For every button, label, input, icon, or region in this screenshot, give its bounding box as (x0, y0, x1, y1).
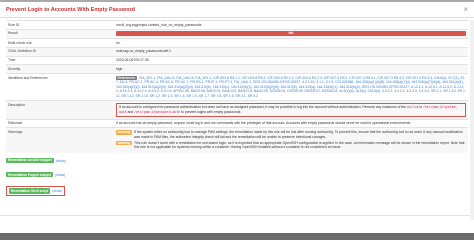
row-key: Warnings (6, 127, 114, 153)
row-value: no (114, 37, 468, 48)
description-text: and (127, 109, 134, 114)
row-key: Rule ID (6, 20, 114, 30)
rule-details-modal: Prevent Login to Accounts With Empty Pas… (0, 0, 474, 233)
row-result: Result fail (6, 28, 468, 39)
row-key: Multi-check rule (6, 37, 114, 48)
row-key: Description (6, 100, 114, 120)
description-text: If an account is configured for password… (119, 105, 407, 110)
code-password-auth: /etc/pam.d/password-auth (134, 109, 181, 114)
remediation-shell-label: Remediation Shell script (9, 188, 51, 194)
remediation-ansible: Remediation Ansible snippet (show) (6, 153, 468, 167)
warning-item: warning This rule doesn't come with a re… (116, 140, 466, 150)
row-severity: Severity high (6, 64, 468, 74)
row-key: Identifiers and References (6, 73, 114, 101)
rationale-text: If an account has an empty password, any… (114, 118, 468, 128)
row-time: Time 2023-06-06T09:27:35 (6, 55, 468, 65)
references-list[interactable]: FIA_AFL.1, FIA_UAU.6, FIA_UAU.5, FIA_AFL… (116, 76, 466, 98)
row-description: Description If an account is configured … (6, 100, 468, 120)
row-oval-id: OVAL Definition ID oval:ssg-no_empty_pas… (6, 46, 468, 57)
remediation-puppet-show-link[interactable]: (show) (55, 173, 65, 177)
details-table: Rule ID xccdf_org.ssgproject.content_rul… (6, 20, 468, 153)
warning-text: If the system relies on authconfig tool … (134, 130, 463, 139)
row-key: Result (6, 28, 114, 39)
row-key: Time (6, 55, 114, 65)
modal-title: Prevent Login to Accounts With Empty Pas… (6, 6, 136, 13)
remediation-puppet: Remediation Puppet snippet (show) (6, 167, 468, 181)
row-rule-id: Rule ID xccdf_org.ssgproject.content_rul… (6, 20, 468, 30)
remediation-shell: Remediation Shell script (show) (6, 181, 468, 199)
row-key: Severity (6, 64, 114, 74)
row-key: OVAL Definition ID (6, 46, 114, 57)
close-icon[interactable]: × (463, 5, 468, 14)
row-rationale: Rationale If an account has an empty pas… (6, 118, 468, 128)
warning-badge: warning (116, 130, 132, 135)
row-key: Rationale (6, 118, 114, 128)
warning-text: This rule doesn't come with a remediatio… (134, 140, 465, 150)
remediation-shell-show-link[interactable]: (show) (52, 189, 62, 193)
remediation-shell-highlight: Remediation Shell script (show) (6, 186, 66, 196)
row-value: oval:ssg-no_empty_passwords:def:1 (114, 46, 468, 57)
description-text: to prevent logins with empty passwords. (181, 109, 242, 114)
row-references: Identifiers and References References: FI… (6, 73, 468, 101)
row-value: xccdf_org.ssgproject.content_rule_no_emp… (114, 20, 468, 30)
description-highlight: If an account is configured for password… (116, 103, 466, 117)
row-value: high (114, 64, 468, 74)
warning-item: warning If the system relies on authconf… (116, 130, 466, 139)
warning-badge: warning (116, 140, 132, 146)
scrollbar[interactable] (470, 20, 474, 220)
references-badge: References: (116, 75, 138, 80)
modal-body: Rule ID xccdf_org.ssgproject.content_rul… (0, 18, 474, 200)
row-multi-check: Multi-check rule no (6, 37, 468, 48)
remediation-ansible-label: Remediation Ansible snippet (6, 157, 54, 164)
description-text: in (419, 105, 423, 110)
remediation-ansible-show-link[interactable]: (show) (56, 159, 66, 163)
row-warnings: Warnings warning If the system relies on… (6, 127, 468, 153)
code-nullok: nullok (407, 105, 419, 110)
modal-header: Prevent Login to Accounts With Empty Pas… (0, 2, 474, 18)
modal-footer (0, 215, 474, 233)
row-value: 2023-06-06T09:27:35 (114, 55, 468, 65)
remediation-puppet-label: Remediation Puppet snippet (6, 172, 54, 178)
result-badge: fail (116, 31, 466, 37)
